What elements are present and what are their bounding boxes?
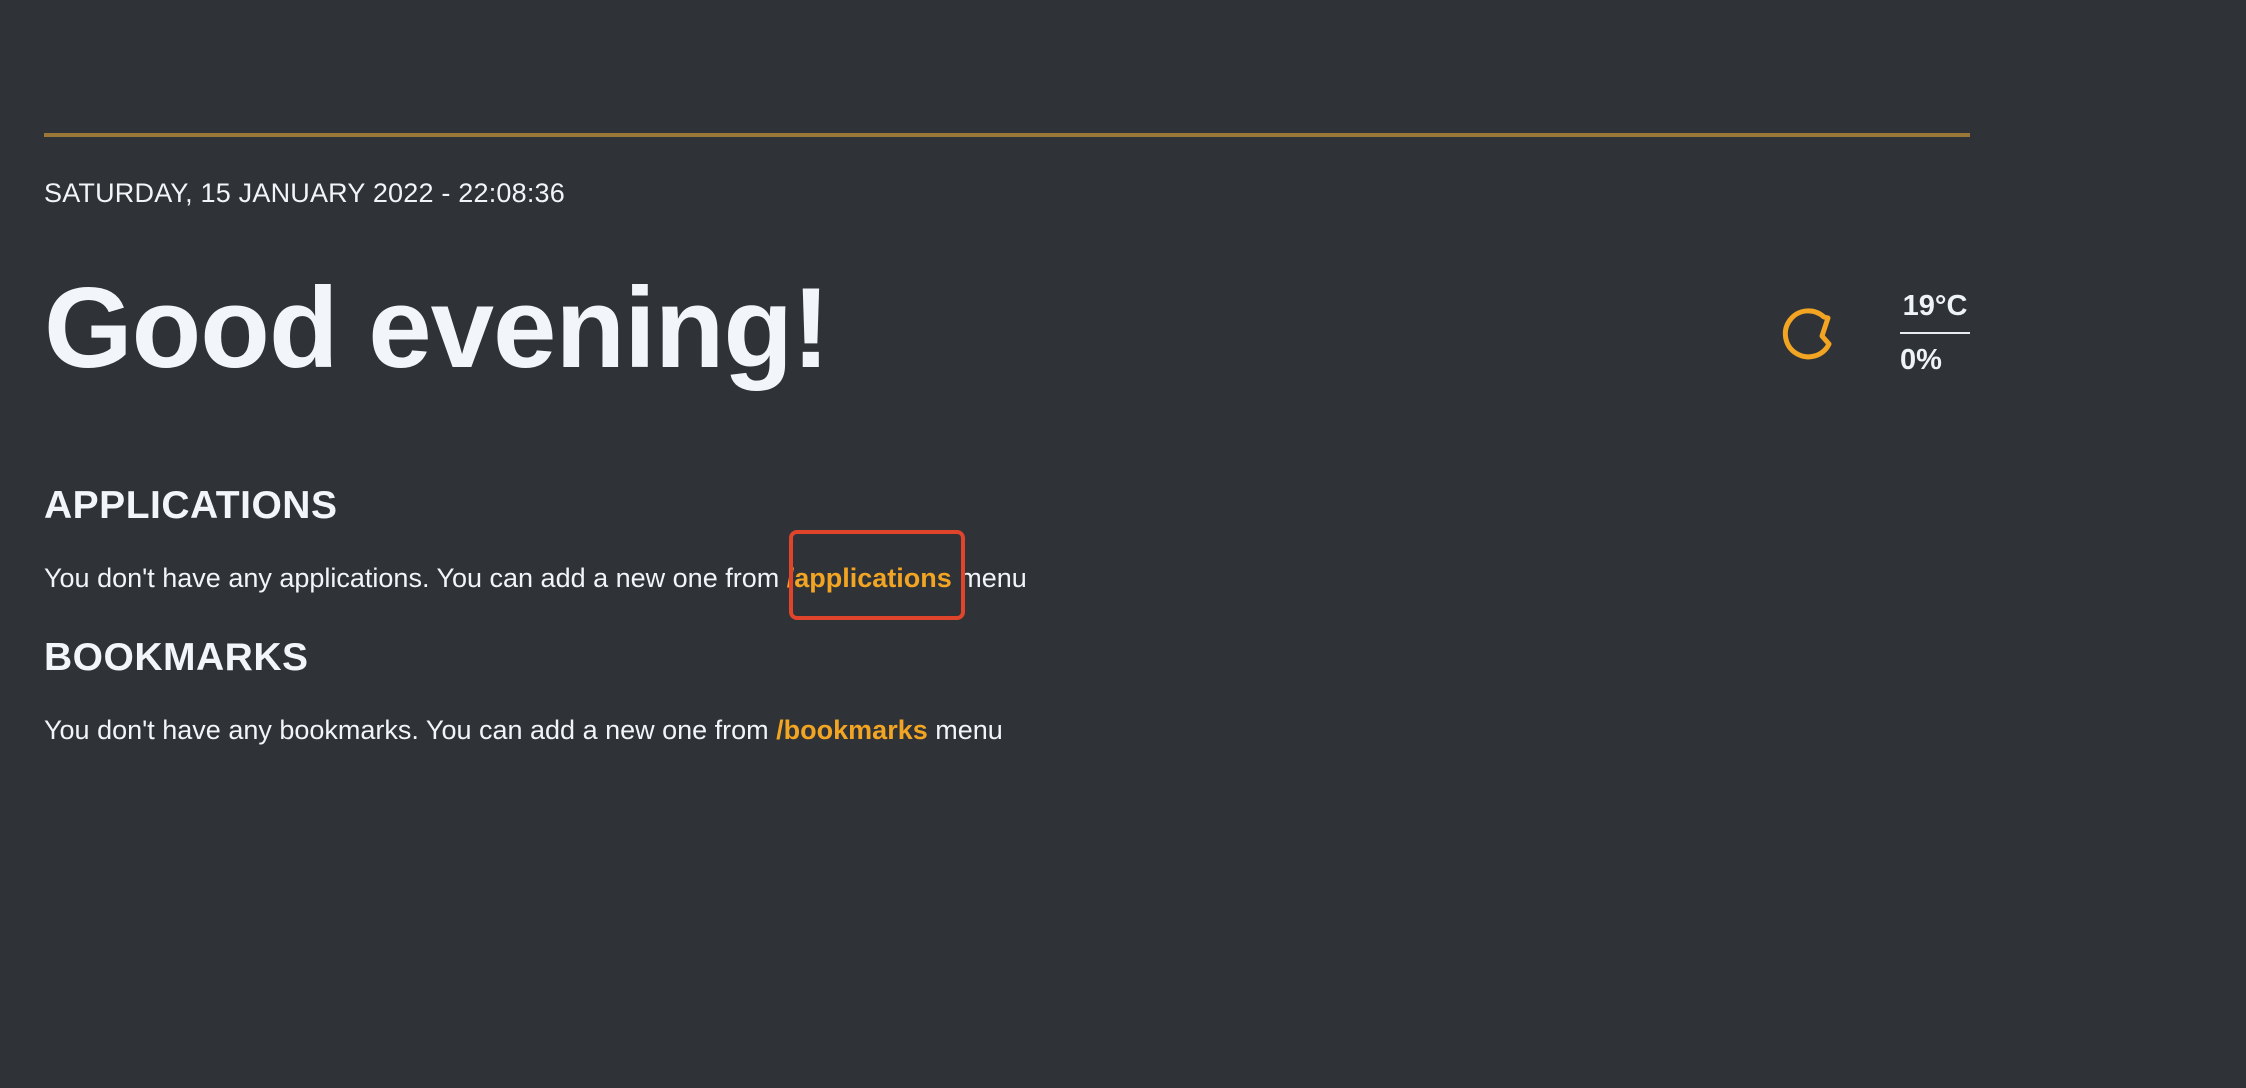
weather-values: 19°C 0% [1900,286,1970,380]
applications-heading: APPLICATIONS [44,484,338,527]
applications-message-text: You don't have any applications. You can… [44,563,787,593]
temperature-value: 19°C [1900,286,1970,334]
bookmarks-link[interactable]: /bookmarks [776,715,928,745]
moon-icon [1782,308,1832,360]
applications-empty-message: You don't have any applications. You can… [44,563,1027,594]
humidity-value: 0% [1900,344,1942,376]
header-divider [44,133,1970,137]
bookmarks-empty-message: You don't have any bookmarks. You can ad… [44,715,1003,746]
weather-widget: 19°C 0% [1780,286,1970,386]
date-time-display: SATURDAY, 15 JANUARY 2022 - 22:08:36 [44,178,565,208]
applications-message-suffix: menu [951,563,1027,593]
bookmarks-message-text: You don't have any bookmarks. You can ad… [44,715,777,745]
bookmarks-heading: BOOKMARKS [44,636,309,679]
applications-link[interactable]: /applications [787,563,952,593]
greeting-heading: Good evening! [44,265,830,392]
bookmarks-message-suffix: menu [927,715,1003,745]
